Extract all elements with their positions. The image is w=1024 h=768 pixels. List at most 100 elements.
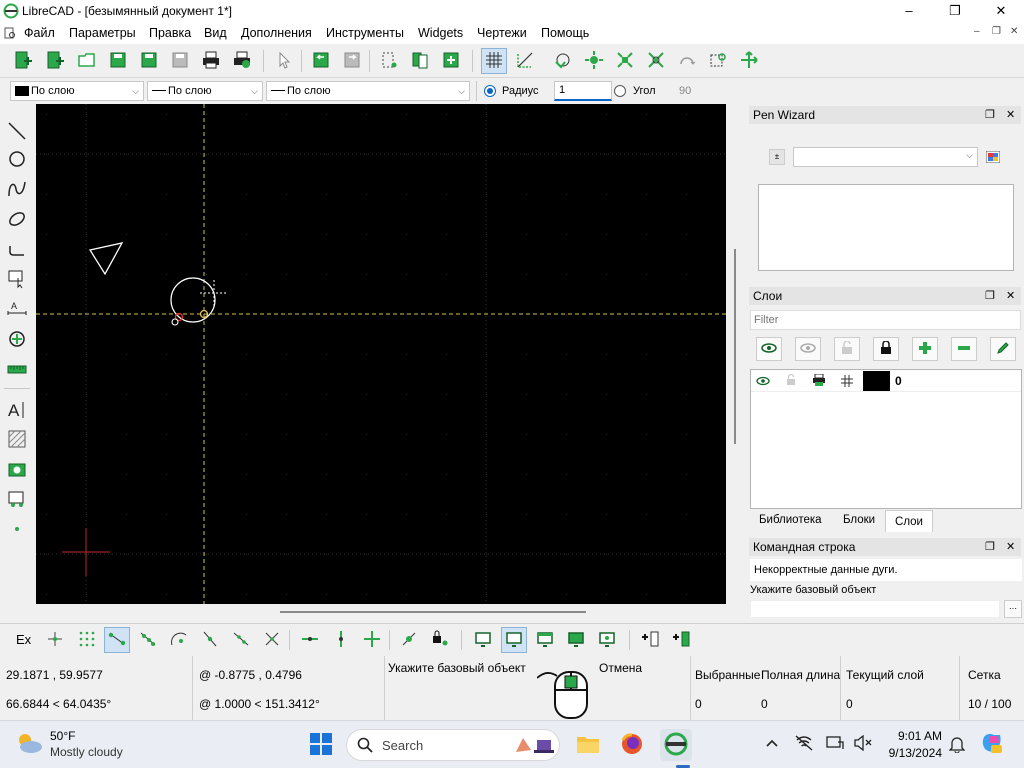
new-file-button[interactable]	[10, 48, 36, 74]
layer-print-icon[interactable]	[812, 373, 826, 390]
print-button[interactable]	[198, 48, 224, 74]
taskbar-search[interactable]: Search	[346, 729, 560, 761]
undo-button[interactable]	[308, 48, 334, 74]
restrict-orthogonal-button[interactable]	[359, 627, 385, 653]
save-as-button[interactable]	[136, 48, 162, 74]
menu-tools[interactable]: Инструменты	[326, 26, 404, 40]
text-tool-button[interactable]: A	[5, 398, 29, 422]
maximize-button[interactable]: ❐	[932, 0, 978, 22]
view-mode-2-button[interactable]	[501, 627, 527, 653]
layer-filter-input[interactable]	[750, 310, 1021, 330]
pen-width-combo[interactable]: По слою ⌵	[147, 81, 263, 101]
unlock-all-layers-button[interactable]	[834, 337, 860, 361]
save-all-button[interactable]	[167, 48, 193, 74]
tab-library[interactable]: Библиотека	[759, 514, 822, 526]
angle-radio[interactable]	[614, 85, 626, 97]
snap-middle-button[interactable]	[197, 627, 223, 653]
pen-wizard-combo[interactable]: ⌵	[793, 147, 978, 167]
snap-distance-button[interactable]	[228, 627, 254, 653]
tab-blocks[interactable]: Блоки	[843, 514, 875, 526]
toggle-grid-button[interactable]	[481, 48, 507, 74]
new-template-button[interactable]	[42, 48, 68, 74]
clock-time[interactable]: 9:01 AM	[884, 729, 942, 743]
redo-button[interactable]	[339, 48, 365, 74]
snap-center-button[interactable]	[166, 627, 192, 653]
network-icon[interactable]	[795, 735, 813, 754]
dock-close-button[interactable]: ✕	[1006, 538, 1015, 556]
librecad-taskbar-button[interactable]	[660, 729, 692, 761]
zoom-window-button[interactable]	[705, 48, 731, 74]
remove-layer-button[interactable]	[951, 337, 977, 361]
view-mode-4-button[interactable]	[563, 627, 589, 653]
tab-layers[interactable]: Слои	[885, 510, 933, 532]
zoom-previous-button[interactable]	[674, 48, 700, 74]
dimension-tool-button[interactable]: A	[5, 298, 29, 322]
command-input[interactable]	[750, 600, 1000, 618]
scrollbar-thumb[interactable]	[280, 611, 586, 613]
menu-file[interactable]: Файл	[24, 26, 55, 40]
pen-color-combo[interactable]: По слою ⌵	[10, 81, 144, 101]
block-tool-button[interactable]	[5, 488, 29, 512]
dock-float-button[interactable]: ❐	[985, 106, 995, 124]
snap-free-button[interactable]	[42, 627, 68, 653]
view-mode-1-button[interactable]	[470, 627, 496, 653]
dock-close-button[interactable]: ✕	[1006, 106, 1015, 124]
start-button[interactable]	[305, 729, 337, 761]
point-tool-button[interactable]	[5, 518, 29, 542]
menu-help[interactable]: Помощь	[541, 26, 589, 40]
show-hidden-icons-icon[interactable]	[765, 737, 779, 751]
edit-layer-button[interactable]	[990, 337, 1016, 361]
zoom-out-button[interactable]	[612, 48, 638, 74]
view-mode-3-button[interactable]	[532, 627, 558, 653]
pen-linetype-combo[interactable]: По слою ⌵	[266, 81, 470, 101]
snap-on-entity-button[interactable]	[135, 627, 161, 653]
snap-endpoints-button[interactable]	[104, 627, 130, 653]
menu-plugins[interactable]: Дополнения	[241, 26, 312, 40]
set-relative-zero-button[interactable]	[396, 627, 422, 653]
sort-icon[interactable]: ±	[769, 149, 785, 165]
layer-lock-icon[interactable]	[786, 373, 796, 389]
menu-edit[interactable]: Правка	[149, 26, 191, 40]
copy-button[interactable]	[407, 48, 433, 74]
mdi-minimize-button[interactable]: –	[974, 26, 980, 37]
layers-list[interactable]: 0	[750, 369, 1022, 509]
zoom-pan-button[interactable]	[736, 48, 762, 74]
draft-mode-button[interactable]	[512, 48, 538, 74]
measure-tool-button[interactable]	[5, 358, 29, 382]
hide-all-layers-button[interactable]	[795, 337, 821, 361]
volume-muted-icon[interactable]	[854, 734, 872, 754]
restrict-horizontal-button[interactable]	[297, 627, 323, 653]
select-tool-button[interactable]	[5, 268, 29, 292]
redraw-button[interactable]	[550, 48, 576, 74]
close-button[interactable]: ✕	[978, 0, 1024, 22]
dock-float-button[interactable]: ❐	[985, 538, 995, 556]
angle-input[interactable]: 90	[679, 85, 691, 97]
menu-view[interactable]: Вид	[204, 26, 227, 40]
pen-wizard-list[interactable]	[758, 184, 1014, 271]
layer-visible-icon[interactable]	[756, 375, 770, 389]
paste-button[interactable]	[438, 48, 464, 74]
insert-block-button[interactable]	[668, 627, 694, 653]
mdi-restore-button[interactable]: ❐	[992, 26, 1001, 37]
vertical-scrollbar[interactable]	[731, 104, 745, 604]
notification-bell-icon[interactable]	[948, 735, 966, 756]
weather-cloud-icon[interactable]	[14, 730, 44, 759]
open-file-button[interactable]	[74, 48, 100, 74]
restrict-vertical-button[interactable]	[328, 627, 354, 653]
snap-grid-button[interactable]	[74, 627, 100, 653]
layer-construction-icon[interactable]	[840, 374, 854, 391]
show-all-layers-button[interactable]	[756, 337, 782, 361]
layer-color-swatch[interactable]	[863, 371, 890, 391]
exclusive-snap-toggle[interactable]: Ex	[16, 632, 31, 647]
snap-intersection-button[interactable]	[259, 627, 285, 653]
radius-input[interactable]: 1	[554, 81, 612, 101]
select-pointer-button[interactable]	[271, 48, 297, 74]
save-button[interactable]	[105, 48, 131, 74]
menu-drawings[interactable]: Чертежи	[477, 26, 527, 40]
hatch-tool-button[interactable]	[5, 428, 29, 452]
line-tool-button[interactable]	[5, 120, 29, 144]
lock-relative-zero-button[interactable]	[427, 627, 453, 653]
display-icon[interactable]	[826, 735, 844, 754]
mdi-close-button[interactable]: ✕	[1010, 26, 1018, 37]
menu-widgets[interactable]: Widgets	[418, 26, 463, 40]
